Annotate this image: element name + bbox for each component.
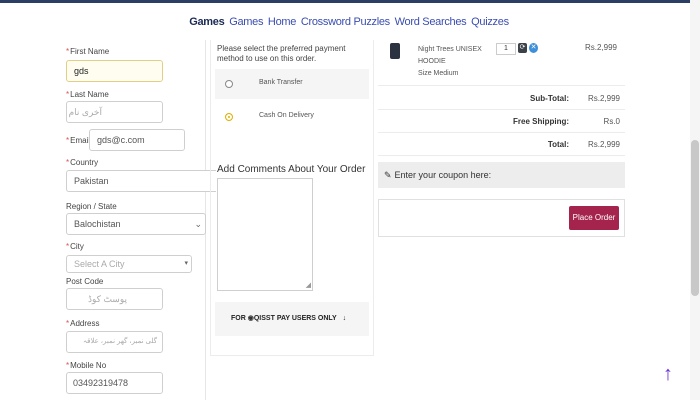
product-name-line2: HOODIE	[418, 58, 446, 65]
update-quantity-icon[interactable]: ⟳	[518, 43, 527, 53]
post-code-input[interactable]: پوسٹ کوڈ	[66, 288, 163, 310]
city-select-placeholder: Select A City	[74, 259, 125, 269]
remove-item-icon[interactable]: ✕	[529, 43, 538, 53]
address-input[interactable]: گلی نمبر، گھر نمبر، علاقہ	[66, 331, 163, 353]
country-select[interactable]: Pakistan	[66, 170, 216, 192]
qisst-suffix: PAY USERS ONLY	[276, 315, 337, 322]
cart-product-row: Night Trees UNISEX HOODIE Size Medium 1 …	[378, 40, 625, 86]
scrollbar-thumb[interactable]	[691, 140, 699, 296]
quantity-input[interactable]: 1	[496, 43, 516, 55]
chevron-down-icon: ⌄	[194, 219, 202, 229]
total-row: Total: Rs.2,999	[378, 133, 625, 156]
order-comments-label: Add Comments About Your Order	[217, 164, 366, 175]
product-size: Size Medium	[418, 70, 459, 77]
product-name[interactable]: Night Trees UNISEX HOODIE Size Medium	[418, 44, 482, 80]
last-name-input[interactable]: آخری نام	[66, 101, 163, 123]
nav-link-quizzes[interactable]: Quizzes	[471, 16, 509, 28]
arrow-down-icon: ↓	[342, 315, 347, 322]
tag-icon: ✎	[384, 170, 392, 180]
shipping-row: Free Shipping: Rs.0	[378, 110, 625, 133]
qisst-prefix: FOR	[231, 315, 246, 322]
bank-transfer-radio[interactable]	[225, 80, 233, 88]
post-code-label: Post Code	[66, 277, 104, 286]
region-label: Region / State	[66, 202, 117, 211]
caret-down-icon: ▾	[184, 260, 188, 267]
resize-grip-icon[interactable]: ◢	[306, 281, 311, 289]
place-order-box: Place Order	[378, 199, 625, 237]
nav-link-crossword-puzzles[interactable]: Crossword Puzzles	[301, 16, 390, 28]
product-thumbnail[interactable]	[390, 43, 400, 59]
address-label: *Address	[66, 319, 100, 328]
coupon-toggle[interactable]: ✎ Enter your coupon here:	[378, 162, 625, 188]
email-input[interactable]: gds@c.com	[89, 129, 185, 151]
top-accent-bar	[0, 0, 700, 3]
subtotal-row: Sub-Total: Rs.2,999	[378, 87, 625, 110]
order-comments-textarea[interactable]: ◢	[217, 178, 313, 291]
mobile-input[interactable]: 03492319478	[66, 372, 163, 394]
subtotal-label: Sub-Total:	[530, 94, 569, 103]
region-select[interactable]: Balochistan ⌄	[66, 213, 206, 235]
shipping-label: Free Shipping:	[513, 117, 569, 126]
payment-option-cash-on-delivery[interactable]: Cash On Delivery	[215, 102, 369, 132]
total-value: Rs.2,999	[587, 140, 620, 149]
total-label: Total:	[547, 140, 569, 149]
city-select[interactable]: Select A City ▾	[66, 255, 192, 273]
page-scrollbar[interactable]	[690, 0, 700, 400]
region-select-value: Balochistan	[74, 219, 121, 229]
cash-on-delivery-label: Cash On Delivery	[259, 112, 314, 119]
payment-intro-text: Please select the preferred payment meth…	[217, 44, 346, 63]
qisst-pay-banner[interactable]: FOR ◉QISST PAY USERS ONLY ↓	[215, 302, 369, 336]
product-name-line1: Night Trees UNISEX	[418, 46, 482, 53]
country-label: *Country	[66, 158, 99, 167]
product-price: Rs.2,999	[584, 43, 617, 52]
shipping-value: Rs.0	[603, 117, 620, 126]
bank-transfer-label: Bank Transfer	[259, 79, 303, 86]
first-name-input[interactable]: gds	[66, 60, 163, 82]
games-nav: Games Games Home Crossword Puzzles Word …	[0, 16, 700, 28]
email-label: *Email	[66, 136, 91, 145]
nav-link-word-searches[interactable]: Word Searches	[395, 16, 467, 28]
cash-on-delivery-radio[interactable]	[225, 113, 233, 121]
games-nav-brand: Games	[189, 16, 225, 28]
payment-option-bank-transfer[interactable]: Bank Transfer	[215, 69, 369, 99]
coupon-label: Enter your coupon here:	[394, 170, 492, 180]
payment-method-panel: Please select the preferred payment meth…	[210, 40, 374, 356]
nav-link-home[interactable]: Home	[268, 16, 296, 28]
checkout-address-form: *First Name gds *Last Name آخری نام *Ema…	[60, 40, 216, 400]
qisst-brand: QISST	[253, 315, 275, 322]
nav-link-games[interactable]: Games	[229, 16, 263, 28]
mobile-label: *Mobile No	[66, 361, 107, 370]
place-order-button[interactable]: Place Order	[569, 206, 619, 230]
scroll-to-top-icon[interactable]: ↑	[660, 364, 676, 386]
last-name-label: *Last Name	[66, 90, 109, 99]
first-name-label: *First Name	[66, 47, 110, 56]
subtotal-value: Rs.2,999	[587, 94, 620, 103]
city-label: *City	[66, 242, 84, 251]
